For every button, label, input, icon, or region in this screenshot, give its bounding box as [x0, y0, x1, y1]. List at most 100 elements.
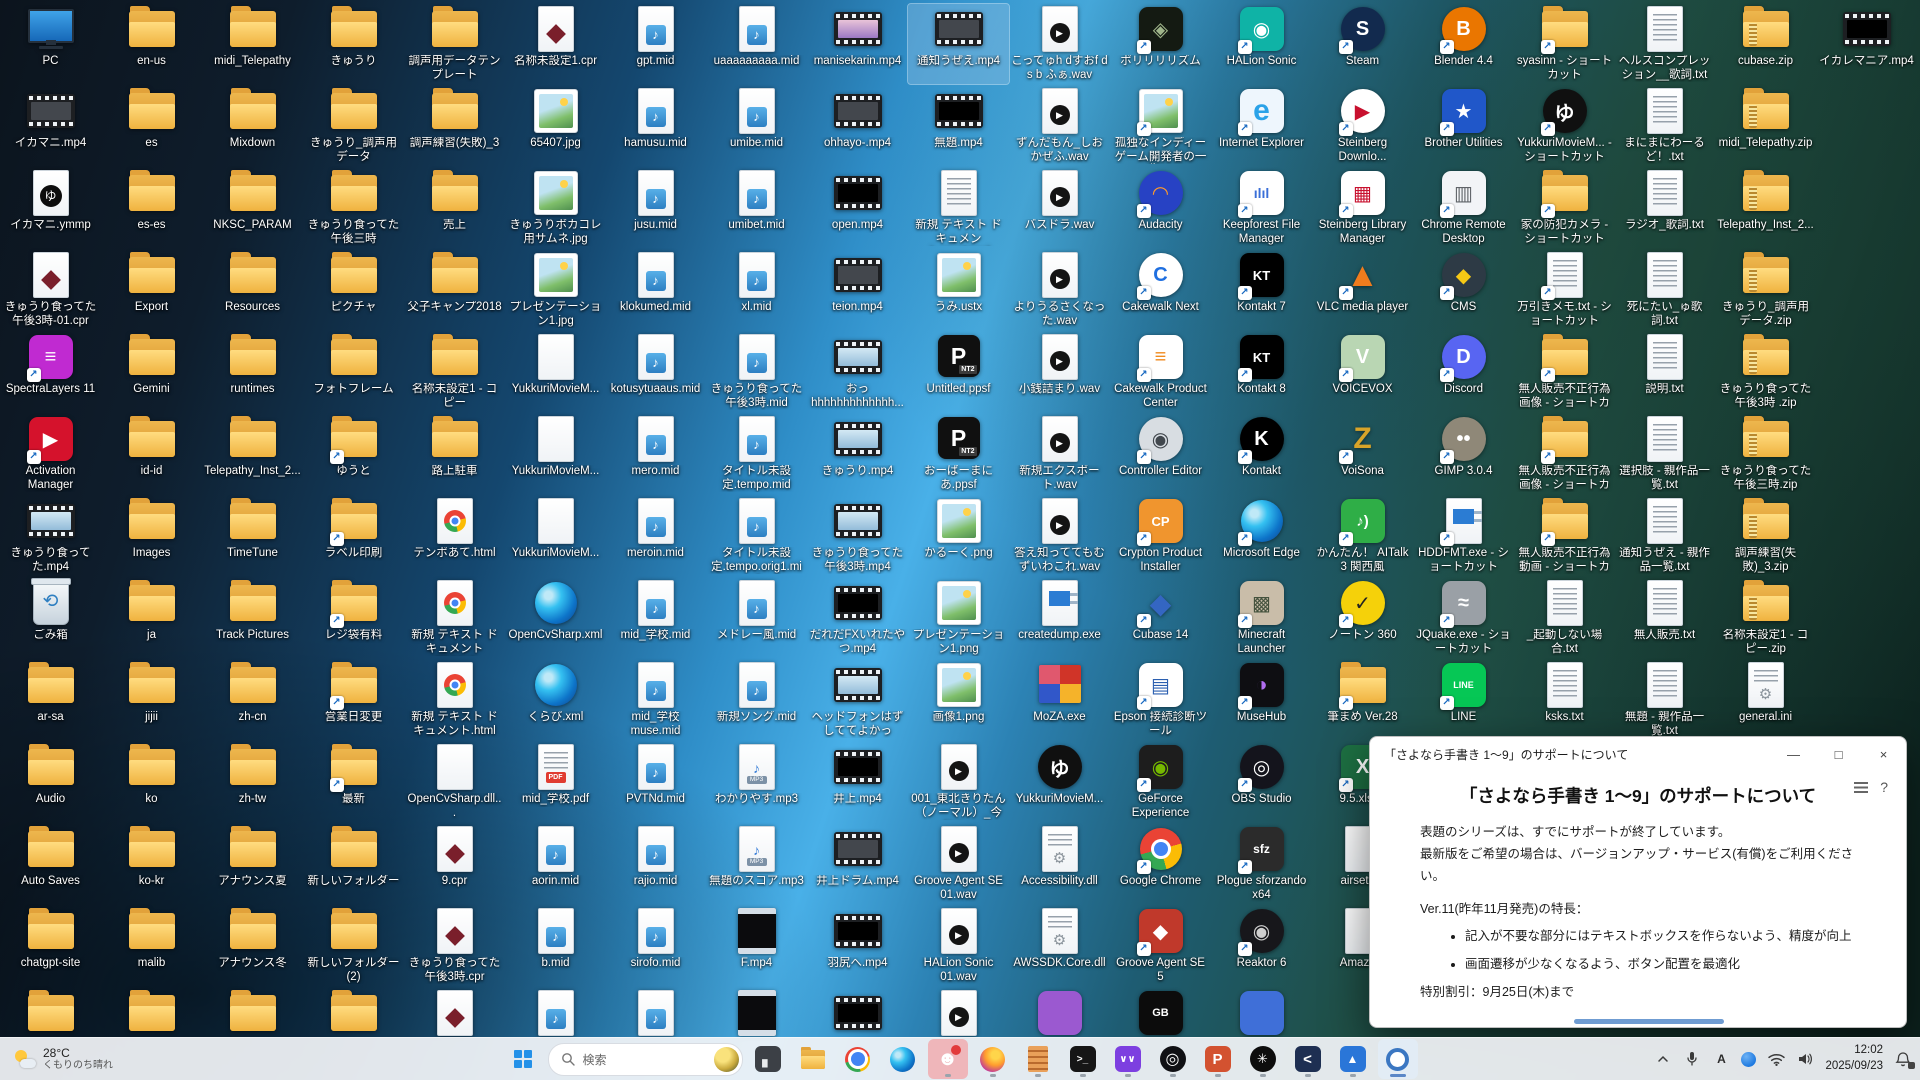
desktop-icon[interactable]: ksks.txt [1514, 660, 1615, 740]
desktop-icon[interactable]: 9.cpr [404, 824, 505, 904]
desktop-icon[interactable]: ◆↗CMS [1413, 250, 1514, 330]
desktop-icon[interactable]: OpenCvSharp.dll... [404, 742, 505, 822]
desktop-icon[interactable]: ♪klokumed.mid [605, 250, 706, 330]
volume-icon[interactable] [1796, 1050, 1814, 1068]
taskbar-powerpoint[interactable]: P [1198, 1039, 1238, 1079]
desktop-icon[interactable]: teion.mp4 [807, 250, 908, 330]
desktop-icon[interactable]: ▶こってゅh dすおf d s b ふぁ.wav [1009, 4, 1110, 84]
desktop-icon[interactable]: K↗Kontakt [1211, 414, 1312, 494]
desktop-icon[interactable]: ↗syasinn - ショートカット [1514, 4, 1615, 84]
desktop-icon[interactable]: KT↗Kontakt 8 [1211, 332, 1312, 412]
desktop-icon[interactable]: e↗Internet Explorer [1211, 86, 1312, 166]
taskbar-voicevox-app[interactable]: ▖ [748, 1039, 788, 1079]
desktop-icon[interactable]: きゅうり_調声用データ.zip [1715, 250, 1816, 330]
desktop-icon[interactable]: 羽尻へ.mp4 [807, 906, 908, 986]
desktop-icon[interactable]: ↗最新 [303, 742, 404, 822]
desktop-icon[interactable]: chatgpt-site [0, 906, 101, 986]
desktop-icon[interactable]: 名称未設定1 - コピー [404, 332, 505, 412]
desktop-icon[interactable]: ♪umibe.mid [706, 86, 807, 166]
desktop-icon[interactable]: ♪kotusytuaaus.mid [605, 332, 706, 412]
desktop-icon[interactable]: 新しいフォルダー (2) [303, 906, 404, 986]
desktop-icon[interactable]: ohhayo-.mp4 [807, 86, 908, 166]
desktop-icon[interactable]: B↗Blender 4.4 [1413, 4, 1514, 84]
desktop-icon[interactable]: 井上.mp4 [807, 742, 908, 822]
desktop-icon[interactable]: ♪xl.mid [706, 250, 807, 330]
desktop-icon[interactable]: ko [101, 742, 202, 822]
desktop-icon[interactable]: YukkuriMovieM... [505, 496, 606, 576]
desktop-icon[interactable]: ▶新規エクスポート.wav [1009, 414, 1110, 494]
desktop-icon[interactable]: 新規 テキスト ドキュメント.musicxml [908, 168, 1009, 248]
desktop-icon[interactable]: うみ.ustx [908, 250, 1009, 330]
taskbar-chatgpt[interactable]: ✳ [1243, 1039, 1283, 1079]
desktop-icon[interactable]: CP↗Crypton Product Installer [1110, 496, 1211, 576]
desktop-icon[interactable]: midi_Telepathy.zip [1715, 86, 1816, 166]
desktop-icon[interactable]: ♪mid_学校 muse.mid [605, 660, 706, 740]
desktop-icon[interactable]: プレゼンテーション1.png [908, 578, 1009, 658]
desktop-icon[interactable]: ♪mid_学校.mid [605, 578, 706, 658]
desktop-icon[interactable]: ▶ずんだもん_しおかぜふ.wav [1009, 86, 1110, 166]
close-button[interactable]: × [1861, 737, 1906, 771]
desktop-icon[interactable]: テンポあて.html [404, 496, 505, 576]
list-icon[interactable] [1854, 782, 1868, 793]
desktop-icon[interactable]: id-id [101, 414, 202, 494]
desktop-icon[interactable]: ♪umibet.mid [706, 168, 807, 248]
desktop-icon[interactable]: V↗VOICEVOX [1312, 332, 1413, 412]
desktop-icon[interactable]: ♪新規ソング.mid [706, 660, 807, 740]
desktop-icon[interactable]: ↗無人販売不正行為画像 - ショートカッ... [1514, 332, 1615, 412]
desktop-icon[interactable]: YukkuriMovieM... [505, 414, 606, 494]
dialog-titlebar[interactable]: 「さよなら手書き 1～9」のサポートについて — □ × [1370, 737, 1906, 771]
desktop-icon[interactable]: ▶答え知っててもむずいわこれ.wav [1009, 496, 1110, 576]
desktop-icon[interactable]: ▶小銭詰まり.wav [1009, 332, 1110, 412]
desktop-icon[interactable]: きゅうり [303, 4, 404, 84]
weather-widget[interactable]: 28°C くもりのち晴れ [4, 1038, 123, 1080]
desktop-icon[interactable]: 通知うぜえ.mp4 [908, 4, 1009, 84]
desktop-icon[interactable]: アナウンス冬 [202, 906, 303, 986]
desktop-icon[interactable]: ヘルスコンプレッション__歌詞.txt [1614, 4, 1715, 84]
desktop-icon[interactable]: ♪タイトル未設定.tempo.orig1.mid [706, 496, 807, 576]
desktop-icon[interactable]: まにまにわーるど！.txt [1614, 86, 1715, 166]
desktop-icon[interactable]: 65407.jpg [505, 86, 606, 166]
desktop-icon[interactable]: ♪rajio.mid [605, 824, 706, 904]
desktop-icon[interactable]: ★↗Brother Utilities [1413, 86, 1514, 166]
desktop-icon[interactable]: ▶よりうるさくなった.wav [1009, 250, 1110, 330]
desktop-icon[interactable]: ▶HALion Sonic 01.wav [908, 906, 1009, 986]
desktop-icon[interactable]: ◆↗Cubase 14 [1110, 578, 1211, 658]
desktop-icon[interactable]: ↗ラベル印刷 [303, 496, 404, 576]
desktop-icon[interactable]: Telepathy_Inst_2... [202, 414, 303, 494]
desktop-icon[interactable]: F.mp4 [706, 906, 807, 986]
desktop-icon[interactable]: Resources [202, 250, 303, 330]
desktop-icon[interactable]: ko-kr [101, 824, 202, 904]
desktop-icon[interactable]: かるーく.png [908, 496, 1009, 576]
desktop-icon[interactable]: _起動しない場合.txt [1514, 578, 1615, 658]
taskbar-purple-utility[interactable]: ∨∨ [1108, 1039, 1148, 1079]
taskbar-file-explorer[interactable] [793, 1039, 833, 1079]
desktop-icon[interactable]: 新規 テキスト ドキュメント.html [404, 660, 505, 740]
desktop-icon[interactable]: zh-cn [202, 660, 303, 740]
desktop-icon[interactable]: D↗Discord [1413, 332, 1514, 412]
help-icon[interactable]: ? [1880, 779, 1888, 795]
desktop-icon[interactable]: ♪タイトル未設定.tempo.mid [706, 414, 807, 494]
desktop-icon[interactable]: Export [101, 250, 202, 330]
desktop-icon[interactable]: 売上 [404, 168, 505, 248]
desktop-icon[interactable]: Gemini [101, 332, 202, 412]
start-button[interactable] [503, 1039, 543, 1079]
desktop-icon[interactable]: 井上ドラム.mp4 [807, 824, 908, 904]
desktop-icon[interactable]: きゅうり食ってた午後3時-01.cpr [0, 250, 101, 330]
desktop-icon[interactable]: ◉↗Reaktor 6 [1211, 906, 1312, 986]
desktop-icon[interactable]: ↗孤独なインディーゲーム開発者の一生 ... [1110, 86, 1211, 166]
desktop-icon[interactable]: Images [101, 496, 202, 576]
desktop-icon[interactable]: ▦↗Steinberg Library Manager [1312, 168, 1413, 248]
desktop-icon[interactable]: 調声練習(失敗)_3.zip [1715, 496, 1816, 576]
desktop-icon[interactable]: 新しいフォルダー [303, 824, 404, 904]
desktop-icon[interactable]: ≡↗Cakewalk Product Center [1110, 332, 1211, 412]
search-highlight-icon[interactable] [714, 1047, 739, 1072]
desktop-icon[interactable]: 説明.txt [1614, 332, 1715, 412]
desktop-icon[interactable]: NKSC_PARAM [202, 168, 303, 248]
desktop-icon[interactable]: ar-sa [0, 660, 101, 740]
desktop-icon[interactable]: ラジオ_歌詞.txt [1614, 168, 1715, 248]
desktop-icon[interactable]: おっhhhhhhhhhhhhh... [807, 332, 908, 412]
desktop-icon[interactable]: イカレマニア.mp4 [1816, 4, 1917, 84]
desktop-icon[interactable]: 新規 テキスト ドキュメント (2).html [404, 578, 505, 658]
desktop-icon[interactable]: ゆイカマニ.ymmp [0, 168, 101, 248]
desktop-icon[interactable]: es-es [101, 168, 202, 248]
